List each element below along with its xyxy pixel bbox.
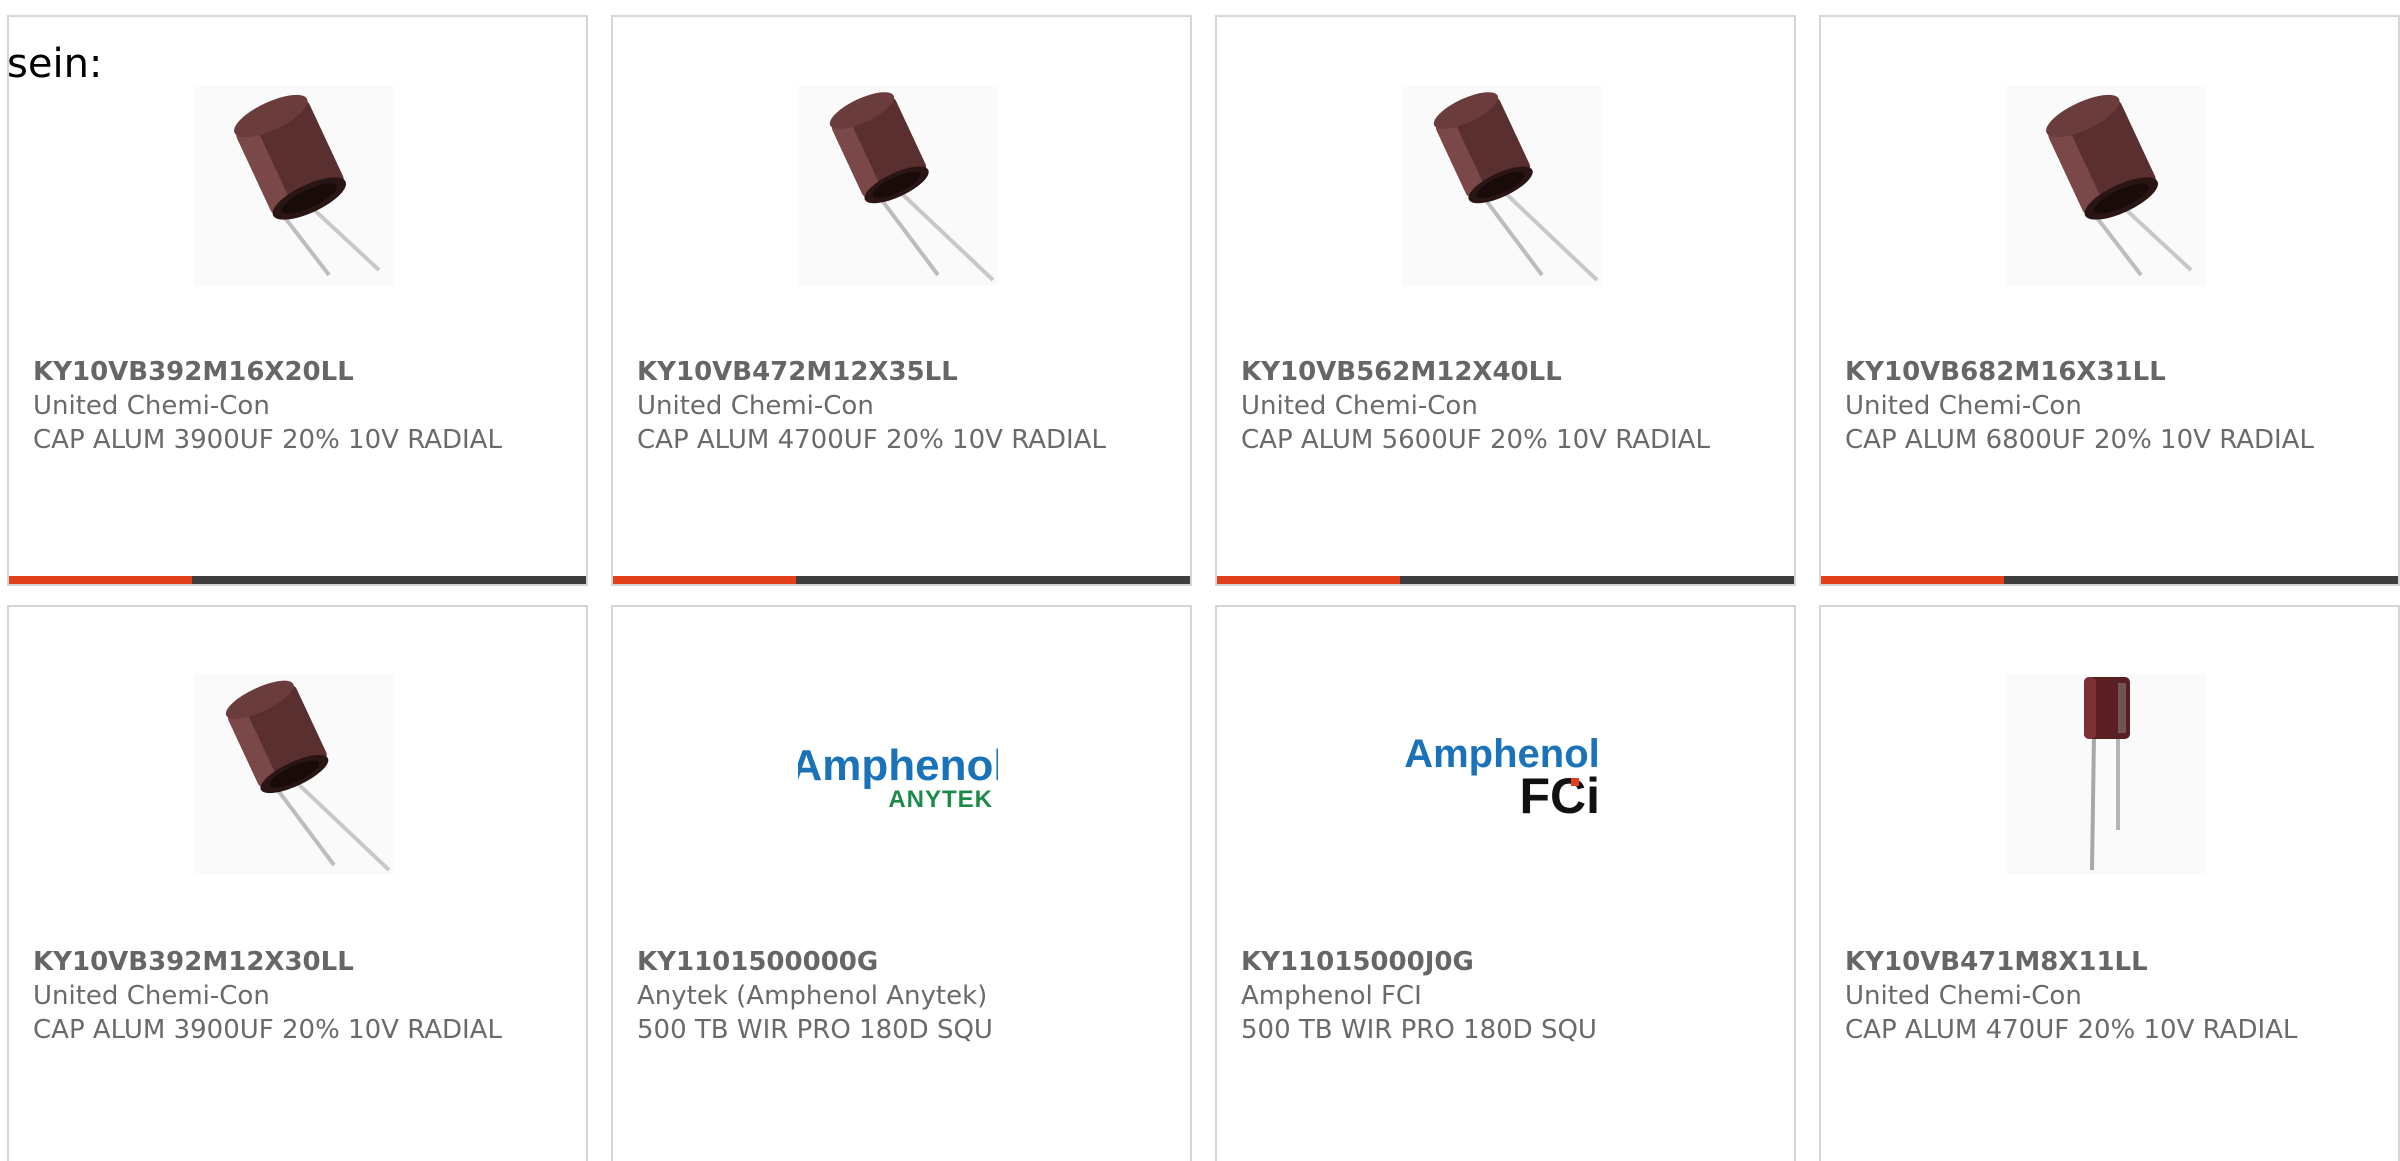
product-description: 500 TB WIR PRO 180D SQU — [637, 1015, 993, 1045]
manufacturer-name: Amphenol FCI — [1241, 981, 1422, 1011]
capacitor-radial-icon — [194, 85, 394, 285]
part-number[interactable]: KY10VB682M16X31LL — [1845, 355, 2378, 389]
product-description: CAP ALUM 3900UF 20% 10V RADIAL — [33, 1015, 502, 1045]
card-bottom-bar — [1217, 576, 1794, 584]
part-number[interactable]: KY10VB392M12X30LL — [33, 945, 566, 979]
logo-line2: ANYTEK — [888, 786, 993, 813]
capacitor-small-icon — [2006, 675, 2206, 875]
capacitor-radial-icon — [194, 675, 394, 875]
card-accent-bar — [1217, 576, 1400, 584]
product-card[interactable]: Amphenol FCi KY11015000J0G Amphenol FCI … — [1215, 605, 1796, 1161]
product-card[interactable]: KY10VB392M12X30LL United Chemi-Con CAP A… — [7, 605, 588, 1161]
part-number[interactable]: KY10VB392M16X20LL — [33, 355, 566, 389]
part-number[interactable]: KY1101500000G — [637, 945, 1170, 979]
capacitor-radial-icon — [798, 85, 998, 285]
product-description: 500 TB WIR PRO 180D SQU — [1241, 1015, 1597, 1045]
manufacturer-name: United Chemi-Con — [33, 981, 270, 1011]
product-description: CAP ALUM 5600UF 20% 10V RADIAL — [1241, 425, 1710, 455]
amphenol-anytek-logo: Amphenol ANYTEK — [798, 675, 998, 875]
product-grid-page: sein: KY10VB392M16X20LL United Chemi-Con… — [0, 0, 2400, 1161]
product-description: CAP ALUM 470UF 20% 10V RADIAL — [1845, 1015, 2298, 1045]
product-card[interactable]: KY10VB682M16X31LL United Chemi-Con CAP A… — [1819, 15, 2400, 586]
product-description: CAP ALUM 4700UF 20% 10V RADIAL — [637, 425, 1106, 455]
manufacturer-name: United Chemi-Con — [1241, 391, 1478, 421]
product-card[interactable]: KY10VB471M8X11LL United Chemi-Con CAP AL… — [1819, 605, 2400, 1161]
product-description: CAP ALUM 6800UF 20% 10V RADIAL — [1845, 425, 2314, 455]
part-number[interactable]: KY10VB472M12X35LL — [637, 355, 1170, 389]
manufacturer-name: United Chemi-Con — [1845, 391, 2082, 421]
card-accent-bar — [9, 576, 192, 584]
manufacturer-name: United Chemi-Con — [637, 391, 874, 421]
manufacturer-name: United Chemi-Con — [33, 391, 270, 421]
product-card[interactable]: Amphenol ANYTEK KY1101500000G Anytek (Am… — [611, 605, 1192, 1161]
logo-line2: FCi — [1519, 768, 1600, 824]
capacitor-radial-icon — [1402, 85, 1602, 285]
manufacturer-name: United Chemi-Con — [1845, 981, 2082, 1011]
logo-line1: Amphenol — [798, 741, 998, 790]
card-accent-bar — [1821, 576, 2004, 584]
product-card[interactable]: KY10VB562M12X40LL United Chemi-Con CAP A… — [1215, 15, 1796, 586]
card-accent-bar — [613, 576, 796, 584]
intro-text: sein: — [7, 41, 103, 87]
card-bottom-bar — [613, 576, 1190, 584]
manufacturer-name: Anytek (Amphenol Anytek) — [637, 981, 988, 1011]
product-description: CAP ALUM 3900UF 20% 10V RADIAL — [33, 425, 502, 455]
amphenol-fci-logo: Amphenol FCi — [1402, 675, 1602, 875]
part-number[interactable]: KY10VB562M12X40LL — [1241, 355, 1774, 389]
card-bottom-bar — [9, 576, 586, 584]
capacitor-radial-icon — [2006, 85, 2206, 285]
card-bottom-bar — [1821, 576, 2398, 584]
product-card[interactable]: KY10VB392M16X20LL United Chemi-Con CAP A… — [7, 15, 588, 586]
product-card[interactable]: KY10VB472M12X35LL United Chemi-Con CAP A… — [611, 15, 1192, 586]
part-number[interactable]: KY11015000J0G — [1241, 945, 1774, 979]
part-number[interactable]: KY10VB471M8X11LL — [1845, 945, 2378, 979]
